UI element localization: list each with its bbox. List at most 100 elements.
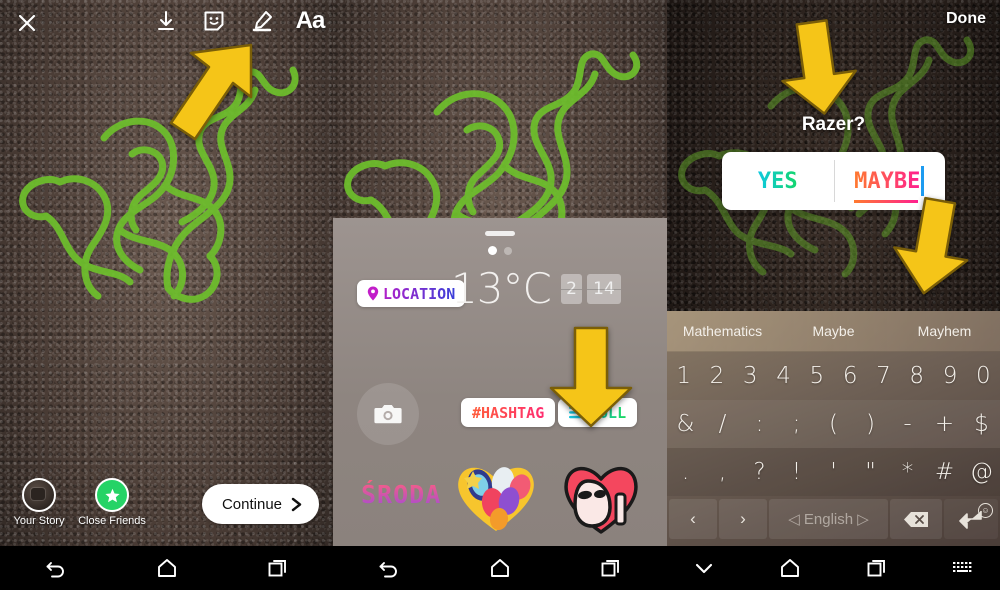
nav-keyboard-indicator[interactable] bbox=[940, 546, 986, 590]
key[interactable]: 3 bbox=[734, 363, 767, 389]
nav-recents-button[interactable] bbox=[588, 546, 634, 590]
emoji-icon[interactable]: ☺ bbox=[978, 503, 993, 518]
nav-back-button[interactable] bbox=[33, 546, 79, 590]
key[interactable]: + bbox=[926, 411, 963, 437]
green-star-icon bbox=[95, 478, 129, 512]
key[interactable]: ) bbox=[852, 411, 889, 437]
keyboard-row-symbols-1: & / : ; ( ) - + $ bbox=[667, 400, 1000, 448]
key[interactable]: ' bbox=[815, 459, 852, 485]
recents-icon bbox=[867, 560, 885, 577]
sticker-poll[interactable]: POLL bbox=[558, 398, 638, 427]
backspace-icon bbox=[904, 511, 928, 527]
key[interactable]: 8 bbox=[900, 363, 933, 389]
sticker-sroda[interactable]: ŚRODA bbox=[361, 480, 441, 509]
close-icon bbox=[18, 14, 36, 32]
key[interactable]: 7 bbox=[867, 363, 900, 389]
poll-option-label: YES bbox=[757, 168, 798, 194]
home-icon bbox=[157, 559, 176, 577]
key[interactable]: @ bbox=[963, 459, 1000, 485]
key[interactable]: / bbox=[704, 411, 741, 437]
nav-back-button[interactable] bbox=[366, 546, 412, 590]
suggestion-item[interactable]: Mathematics bbox=[667, 323, 778, 339]
nav-home-button[interactable] bbox=[477, 546, 523, 590]
android-keyboard: Mathematics Maybe Mayhem 1 2 3 4 5 6 7 8… bbox=[667, 311, 1000, 546]
sticker-location[interactable]: LOCATION bbox=[357, 280, 466, 307]
key[interactable]: , bbox=[704, 459, 741, 485]
nav-recents-button[interactable] bbox=[854, 546, 900, 590]
poll-question[interactable]: Razer? bbox=[667, 114, 1000, 136]
sticker-temperature[interactable]: 13°C bbox=[451, 268, 552, 310]
text-button-label: Aa bbox=[295, 7, 326, 34]
close-button[interactable] bbox=[12, 8, 42, 38]
map-pin-icon bbox=[367, 286, 379, 301]
poll-option-yes[interactable]: YES bbox=[722, 152, 834, 210]
page-dot[interactable] bbox=[504, 246, 512, 255]
suggestion-item[interactable]: Mayhem bbox=[889, 323, 1000, 339]
key[interactable]: 6 bbox=[833, 363, 866, 389]
key[interactable]: $ bbox=[963, 411, 1000, 437]
key[interactable]: ? bbox=[741, 459, 778, 485]
sticker-time[interactable]: 2 14 bbox=[561, 274, 621, 304]
nav-home-button[interactable] bbox=[767, 546, 813, 590]
sticker-heart-collage[interactable] bbox=[453, 461, 539, 533]
key[interactable]: . bbox=[667, 459, 704, 485]
audience-label: Close Friends bbox=[78, 515, 146, 527]
drag-handle[interactable] bbox=[485, 231, 515, 236]
panel-story-editor: Aa Your Story Close Friends Continue bbox=[0, 0, 333, 590]
chevron-right-icon bbox=[291, 497, 302, 511]
done-button[interactable]: Done bbox=[946, 10, 986, 28]
key[interactable]: 2 bbox=[700, 363, 733, 389]
save-button[interactable] bbox=[151, 6, 181, 36]
sticker-location-label: LOCATION bbox=[383, 284, 456, 303]
sticker-hashtag-label: #HASHTAG bbox=[472, 403, 545, 422]
key[interactable]: 5 bbox=[800, 363, 833, 389]
screenshot-stage: Aa Your Story Close Friends Continue LOC… bbox=[0, 0, 1000, 590]
backspace-key[interactable] bbox=[890, 499, 942, 539]
sticker-heart-face[interactable] bbox=[561, 461, 641, 535]
key[interactable]: - bbox=[889, 411, 926, 437]
draw-button[interactable] bbox=[247, 6, 277, 36]
key[interactable]: " bbox=[852, 459, 889, 485]
enter-key[interactable]: ☺ bbox=[944, 499, 998, 539]
panel-poll-editor: Done Razer? YES MAYBE Mathematics Maybe … bbox=[667, 0, 1000, 590]
keyboard-row-numbers: 1 2 3 4 5 6 7 8 9 0 bbox=[667, 352, 1000, 400]
key[interactable]: 1 bbox=[667, 363, 700, 389]
audience-close-friends[interactable]: Close Friends bbox=[73, 478, 151, 527]
poll-option-label: MAYBE bbox=[854, 168, 921, 194]
back-icon bbox=[46, 562, 64, 578]
nav-recents-button[interactable] bbox=[255, 546, 301, 590]
page-dot-active[interactable] bbox=[488, 246, 497, 255]
key[interactable]: 4 bbox=[767, 363, 800, 389]
keyboard-row-bottom: ‹ › ◁ English ▷ ☺ bbox=[667, 496, 1000, 542]
poll-option-underline bbox=[854, 200, 919, 203]
key[interactable]: 0 bbox=[967, 363, 1000, 389]
space-key[interactable]: ◁ English ▷ bbox=[769, 499, 888, 539]
key[interactable]: # bbox=[926, 459, 963, 485]
poll-option-editing: MAYBE bbox=[854, 166, 925, 203]
audience-your-story[interactable]: Your Story bbox=[0, 478, 78, 527]
key[interactable]: ( bbox=[815, 411, 852, 437]
back-icon bbox=[379, 562, 397, 578]
poll-option-maybe[interactable]: MAYBE bbox=[833, 152, 946, 210]
cursor-left-button[interactable]: ‹ bbox=[669, 499, 717, 539]
home-icon bbox=[781, 559, 800, 577]
sticker-camera[interactable] bbox=[357, 383, 419, 445]
sticker-hashtag[interactable]: #HASHTAG bbox=[461, 398, 556, 427]
continue-button[interactable]: Continue bbox=[201, 484, 319, 524]
sticker-button[interactable] bbox=[199, 6, 229, 36]
key[interactable]: ! bbox=[778, 459, 815, 485]
text-button[interactable]: Aa bbox=[295, 6, 326, 36]
suggestion-item[interactable]: Maybe bbox=[778, 323, 889, 339]
nav-home-button[interactable] bbox=[144, 546, 190, 590]
continue-label: Continue bbox=[221, 495, 282, 513]
text-caret bbox=[921, 166, 925, 196]
nav-collapse-keyboard-button[interactable] bbox=[681, 546, 727, 590]
key[interactable]: * bbox=[889, 459, 926, 485]
key[interactable]: ; bbox=[778, 411, 815, 437]
key[interactable]: & bbox=[667, 411, 704, 437]
key[interactable]: 9 bbox=[933, 363, 966, 389]
clock-digit: 2 bbox=[561, 274, 582, 304]
cursor-right-button[interactable]: › bbox=[719, 499, 767, 539]
key[interactable]: : bbox=[741, 411, 778, 437]
suggestion-bar: Mathematics Maybe Mayhem bbox=[667, 311, 1000, 352]
